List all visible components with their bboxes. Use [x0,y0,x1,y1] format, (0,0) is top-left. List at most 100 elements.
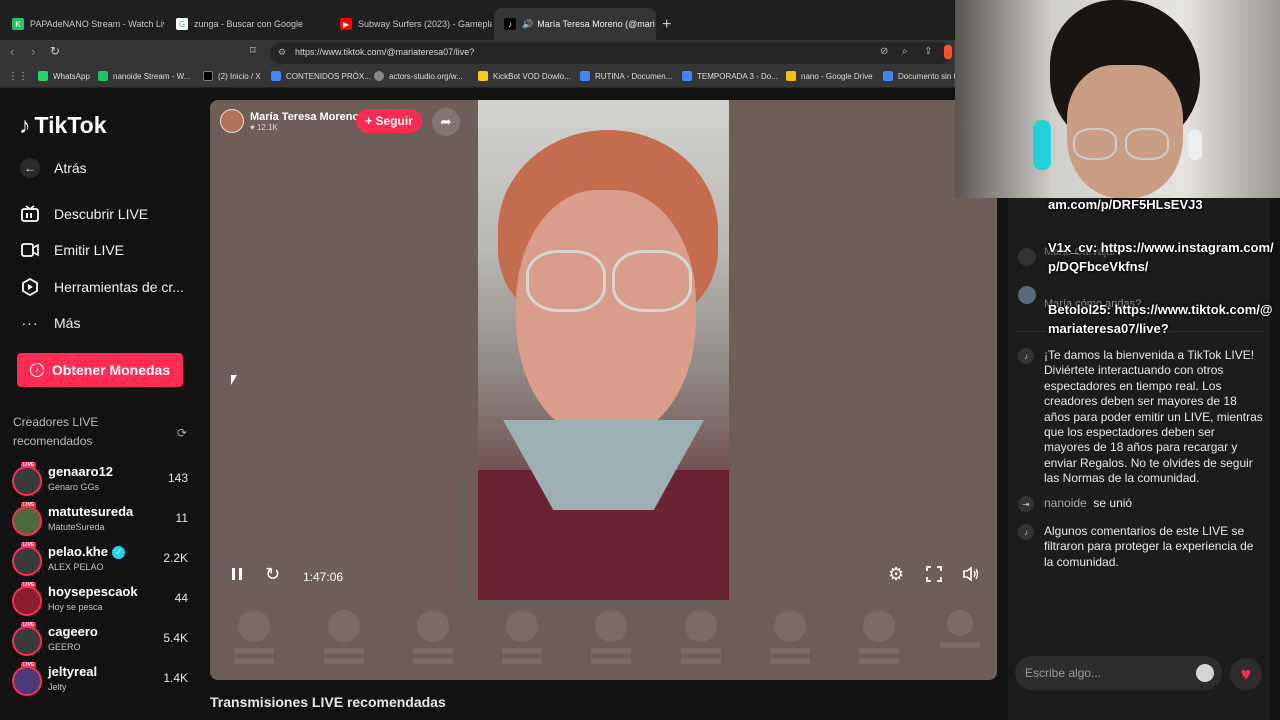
get-coins-button[interactable]: ♪ Obtener Monedas [17,353,183,387]
nav-more[interactable]: ··· Más [20,313,81,333]
tiktok-favicon-icon: ♪ [504,18,516,30]
forward-arrow-icon[interactable]: › [31,44,35,59]
reload-icon[interactable]: ↻ [50,44,60,58]
pause-icon[interactable] [230,566,244,587]
apps-grid-icon[interactable]: ⋮⋮ [8,71,28,82]
replay-icon[interactable]: ↻ [265,564,280,585]
google-favicon-icon: G [176,18,188,30]
browser-tab-active[interactable]: ♪ 🔊 María Teresa Moreno (@mari ✕ [494,8,656,40]
avatar [12,506,42,536]
fullscreen-icon[interactable] [926,566,942,587]
bookmark-item[interactable]: actors-studio.org/w... [374,71,463,81]
browser-tab[interactable]: K PAPAdeNANO Stream - Watch Live o [2,8,164,40]
emoji-icon[interactable] [1196,664,1214,682]
youtube-favicon-icon: ▶ [340,18,352,30]
elapsed-time: 1:47:06 [303,570,344,584]
bookmarks-bar: ⋮⋮ WhatsApp nanoide Stream - W... (2) In… [0,66,956,88]
avatar [1018,286,1036,304]
drive-icon [786,71,796,81]
gift-placeholder [770,610,810,664]
overlay-chat-line: p/DQFbceVkfns/ [1048,259,1149,274]
gift-placeholder [324,610,364,664]
join-username[interactable]: nanoide [1044,496,1087,510]
back-button[interactable]: ← Atrás [20,158,87,178]
gift-placeholder-row [230,610,990,672]
creator-item[interactable]: LIVE hoysepescaok Hoy se pesca 44 [12,582,188,620]
address-bar[interactable]: ⚙ https://www.tiktok.com/@mariateresa07/… [270,42,952,64]
bookmark-icon[interactable]: ⌑ [250,44,256,57]
host-avatar[interactable] [220,109,244,133]
gift-placeholder [859,610,899,664]
avatar [12,466,42,496]
share-page-icon[interactable]: ⇪ [924,46,932,57]
new-tab-icon[interactable]: + [662,16,671,34]
globe-icon [374,71,384,81]
tiktok-note-icon: ♪ [1018,524,1034,540]
bookmark-item[interactable]: TEMPORADA 3 - Do... [682,71,778,81]
play-icon [20,277,40,297]
bookmark-item[interactable]: CONTENIDOS PRÓX... [271,71,371,81]
share-icon[interactable]: ➦ [432,108,460,136]
nav-go-live[interactable]: Emitir LIVE [20,240,124,260]
like-heart-icon[interactable]: ♥ [1230,658,1262,690]
bookmark-item[interactable]: nanoide Stream - W... [98,71,190,81]
browser-tab[interactable]: G zunga - Buscar con Google [166,8,328,40]
bookmark-item[interactable]: RUTINA - Documen... [580,71,672,81]
chat-input[interactable]: Escribe algo... [1015,656,1222,690]
creator-item[interactable]: LIVE matutesureda MatuteSureda 11 [12,502,188,540]
live-badge: LIVE [21,622,37,628]
host-likes: ♥ 12.1K [250,122,278,132]
gift-placeholder [413,610,453,664]
gift-placeholder [234,610,274,664]
avatar [12,626,42,656]
enter-icon: ⇥ [1018,496,1034,512]
nav-discover-live[interactable]: Descubrir LIVE [20,204,148,224]
creator-item[interactable]: LIVE jeltyreal Jelty 1.4K [12,662,188,700]
webcam-overlay [955,0,1280,198]
creator-item[interactable]: LIVE genaaro12 Genaro GGs 143 [12,462,188,500]
tv-icon [20,204,40,224]
browser-tab-bar: K PAPAdeNANO Stream - Watch Live o G zun… [0,0,955,40]
tiktok-logo[interactable]: ♪ TikTok [19,112,107,139]
nav-creator-tools[interactable]: Herramientas de cr... [20,277,184,297]
creator-item[interactable]: LIVE pelao.khe ✓ ALEX PELAO 2.2K [12,542,188,580]
back-arrow-icon[interactable]: ‹ [10,44,14,59]
bookmark-item[interactable]: (2) Inicio / X [203,71,261,81]
avatar [1018,248,1036,266]
gift-placeholder [502,610,542,664]
follow-button[interactable]: + Seguir [356,109,422,133]
overlay-chat-line: Betolol25: https://www.tiktok.com/@ [1048,302,1273,317]
live-player[interactable]: María Teresa Moreno ♥ 12.1K + Seguir ➦ ↻… [210,100,997,680]
docs-icon [883,71,893,81]
bookmark-item[interactable]: KickBot VOD Dowlo... [478,71,571,81]
x-icon [203,71,213,81]
kick-icon [98,71,108,81]
settings-icon[interactable]: ⚙ [888,564,904,585]
brave-shield-icon[interactable] [944,45,952,59]
docs-icon [580,71,590,81]
avatar [12,546,42,576]
live-video[interactable] [478,100,729,600]
no-tracking-icon[interactable]: ⊘ [880,46,888,57]
live-badge: LIVE [21,662,37,668]
site-settings-icon[interactable]: ⚙ [278,47,286,58]
creator-item[interactable]: LIVE cageero GEERO 5.4K [12,622,188,660]
arrow-left-icon: ← [20,158,40,178]
live-badge: LIVE [21,582,37,588]
live-badge: LIVE [21,542,37,548]
browser-toolbar: ‹ › ↻ ⌑ ⚙ https://www.tiktok.com/@mariat… [0,40,955,66]
bookmark-item[interactable]: nano - Google Drive [786,71,873,81]
host-info[interactable]: María Teresa Moreno ♥ 12.1K [220,108,359,134]
tiktok-sidebar: ♪ TikTok ← Atrás Descubrir LIVE Emitir L… [0,88,200,720]
volume-icon[interactable] [962,566,980,587]
host-name[interactable]: María Teresa Moreno [250,111,359,123]
url-text: https://www.tiktok.com/@mariateresa07/li… [295,47,475,57]
gift-placeholder [591,610,631,664]
bookmark-item[interactable]: WhatsApp [38,71,90,81]
browser-tab[interactable]: ▶ Subway Surfers (2023) - Gameplay (F [330,8,492,40]
bookmark-item[interactable]: Documento sin t [883,71,956,81]
refresh-icon[interactable]: ⟳ [177,426,187,440]
overlay-chat-line: V1x_cv: https://www.instagram.com/ [1048,240,1274,255]
kickbot-icon [478,71,488,81]
zoom-icon[interactable]: ⌕ [902,46,908,57]
